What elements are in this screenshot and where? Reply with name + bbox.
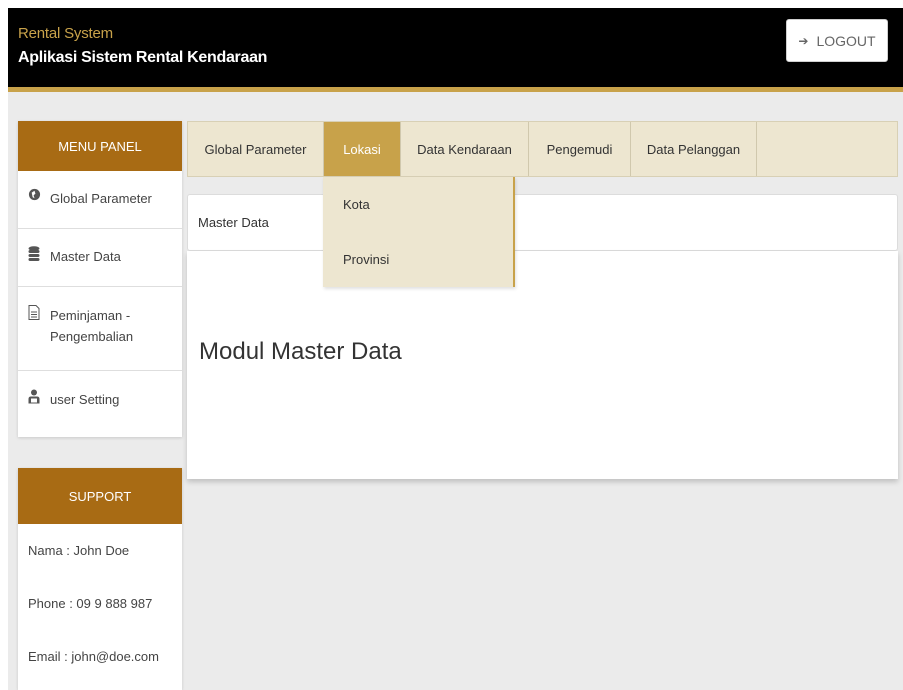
sidebar-item-label-line1: Peminjaman -: [50, 308, 131, 323]
menu-panel-title: MENU PANEL: [18, 121, 182, 171]
tab-lokasi[interactable]: Lokasi: [324, 122, 401, 176]
globe-icon: [28, 188, 50, 203]
sidebar-item-label-line2: Pengembalian: [50, 329, 134, 344]
sidebar-item-user-setting[interactable]: user Setting: [18, 371, 182, 433]
menu-panel: MENU PANEL Global Parameter Master Data …: [18, 121, 182, 437]
logout-button[interactable]: ➔ LOGOUT: [786, 19, 888, 62]
support-email: Email : john@doe.com: [28, 649, 159, 664]
top-header: Rental System Aplikasi Sistem Rental Ken…: [8, 8, 903, 92]
sidebar-item-global-parameter[interactable]: Global Parameter: [18, 171, 182, 229]
dropdown-item-provinsi[interactable]: Provinsi: [323, 232, 513, 287]
sign-out-icon: ➔: [798, 33, 809, 48]
lokasi-dropdown-menu: Kota Provinsi: [323, 177, 515, 287]
content-card: Modul Master Data: [187, 251, 898, 479]
support-phone: Phone : 09 9 888 987: [28, 596, 153, 611]
dropdown-item-kota[interactable]: Kota: [323, 177, 513, 232]
tab-pengemudi[interactable]: Pengemudi: [529, 122, 631, 176]
sidebar-item-label: user Setting: [50, 392, 120, 407]
database-icon: [28, 246, 50, 263]
logout-label: LOGOUT: [816, 32, 876, 49]
sidebar-item-label: Global Parameter: [50, 191, 152, 206]
document-icon: [28, 305, 50, 322]
support-panel: SUPPORT Nama : John Doe Phone : 09 9 888…: [18, 468, 182, 690]
sidebar-item-master-data[interactable]: Master Data: [18, 229, 182, 287]
sidebar-item-label: Peminjaman - Pengembalian: [50, 305, 133, 347]
tab-bar: Global Parameter Lokasi Data Kendaraan P…: [187, 121, 898, 177]
breadcrumb: Master Data: [187, 194, 898, 251]
sidebar-item-peminjaman[interactable]: Peminjaman - Pengembalian: [18, 287, 182, 371]
support-panel-title: SUPPORT: [18, 468, 182, 524]
app-container: Rental System Aplikasi Sistem Rental Ken…: [8, 8, 903, 690]
app-subtitle: Rental System: [18, 25, 113, 42]
sidebar-item-label: Master Data: [50, 249, 121, 264]
page-title: Modul Master Data: [199, 338, 402, 365]
tab-global-parameter[interactable]: Global Parameter: [188, 122, 324, 176]
user-icon: [28, 389, 50, 406]
tab-data-kendaraan[interactable]: Data Kendaraan: [401, 122, 529, 176]
app-title: Aplikasi Sistem Rental Kendaraan: [18, 49, 268, 66]
tab-data-pelanggan[interactable]: Data Pelanggan: [631, 122, 757, 176]
support-name: Nama : John Doe: [28, 543, 130, 558]
